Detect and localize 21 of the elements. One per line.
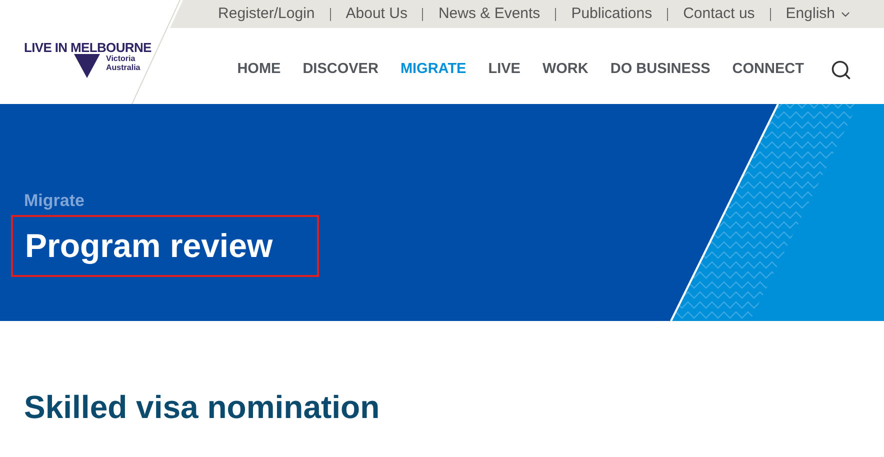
logo[interactable]: LIVE IN MELBOURNE Victoria Australia: [24, 30, 154, 78]
breadcrumb[interactable]: Migrate: [24, 188, 84, 214]
page-title: Program review: [25, 226, 274, 266]
nav-item[interactable]: DISCOVER: [302, 59, 378, 81]
top-link[interactable]: Publications: [571, 2, 652, 26]
top-link[interactable]: Register/Login: [218, 2, 315, 26]
nav-item[interactable]: HOME: [237, 59, 281, 81]
search-icon[interactable]: [830, 59, 852, 81]
nav-item[interactable]: LIVE: [488, 59, 520, 81]
nav-item[interactable]: MIGRATE: [400, 59, 466, 81]
logo-subtext: Victoria Australia: [106, 54, 140, 72]
logo-text: LIVE IN MELBOURNE: [24, 39, 152, 55]
top-link[interactable]: Contact us: [683, 2, 755, 26]
top-link[interactable]: News & Events: [438, 2, 540, 26]
top-link[interactable]: About Us: [346, 2, 408, 26]
triangle-icon: [74, 54, 100, 78]
section-heading: Skilled visa nomination: [24, 388, 381, 427]
nav-item[interactable]: CONNECT: [732, 59, 804, 81]
language-selector[interactable]: English: [786, 2, 852, 26]
nav-item[interactable]: DO BUSINESS: [610, 59, 710, 81]
nav-item[interactable]: WORK: [542, 59, 588, 81]
